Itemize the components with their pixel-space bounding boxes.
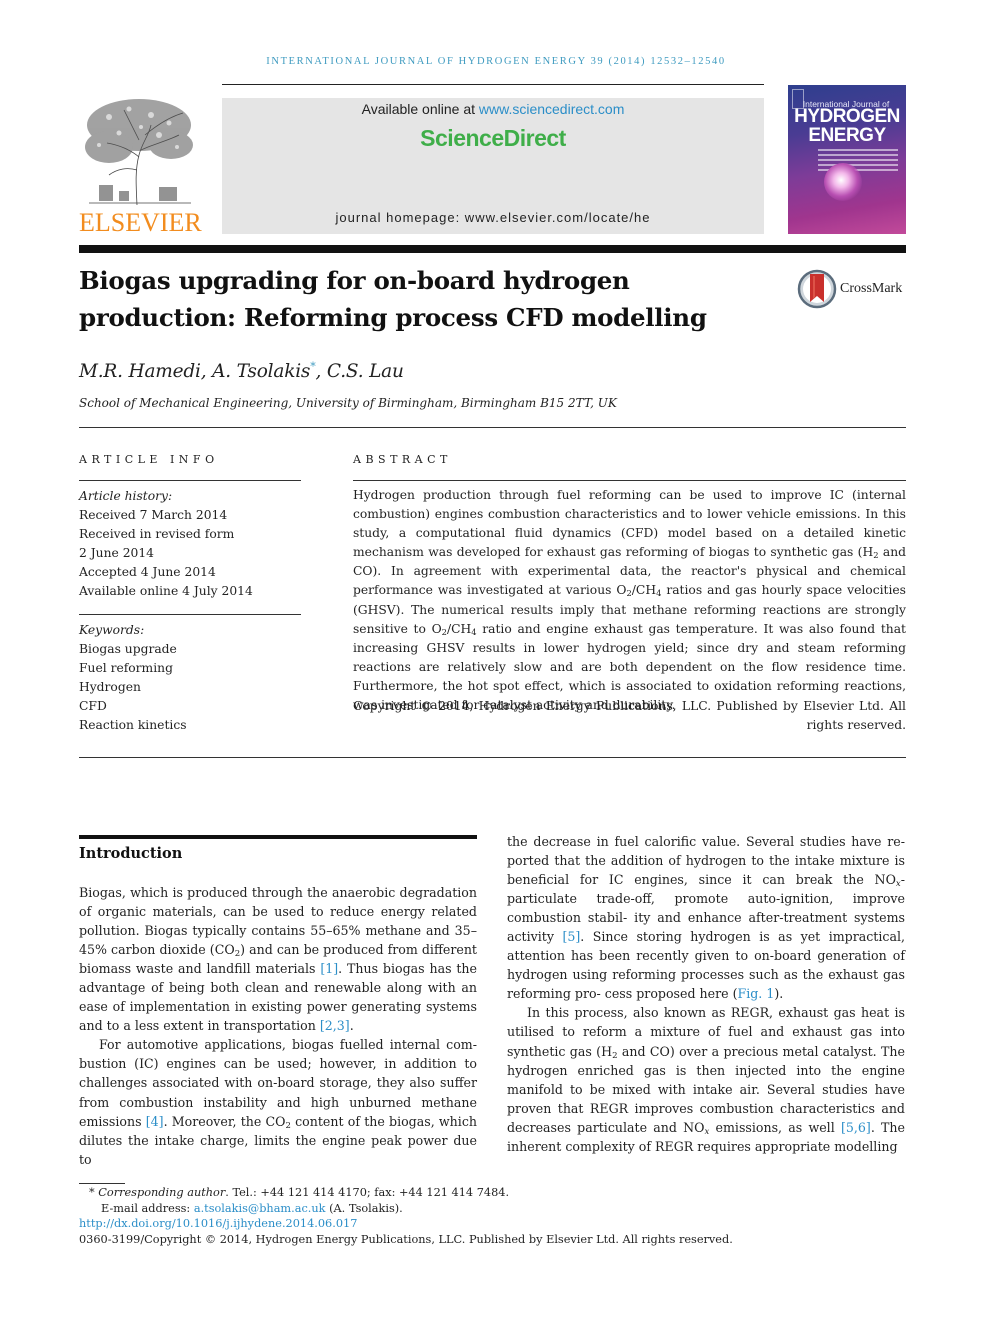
introduction-heading: Introduction (79, 845, 183, 862)
history-entry: Received in revised form (79, 527, 235, 541)
footnotes: * Corresponding author. Tel.: +44 121 41… (79, 1185, 799, 1247)
author-list: M.R. Hamedi, A. Tsolakis*, C.S. Lau (79, 360, 404, 382)
cover-title-energy: ENERGY (808, 125, 886, 146)
footnote-marker: * (89, 1186, 99, 1199)
email-link[interactable]: a.tsolakis@bham.ac.uk (194, 1202, 326, 1215)
body-paragraph: For automotive applications, biogas fuel… (79, 1035, 477, 1168)
introduction-heading-bar (79, 835, 477, 839)
body-text: the decrease in fuel calorific value. Se… (507, 834, 905, 888)
abstract-text: /CH (446, 621, 472, 636)
keywords-rule (79, 614, 301, 615)
citation-link[interactable]: [2,3] (320, 1018, 350, 1033)
doi-link[interactable]: http://dx.doi.org/10.1016/j.ijhydene.201… (79, 1216, 799, 1232)
cover-title-hydrogen: HYDROGEN (794, 106, 900, 127)
author-name[interactable]: C.S. Lau (327, 361, 404, 382)
abstract-body: Hydrogen production through fuel reformi… (353, 486, 906, 715)
author-name[interactable]: A. Tsolakis (212, 361, 310, 382)
masthead-bottom-rule (79, 245, 906, 253)
elsevier-tree-icon (85, 99, 193, 206)
corresponding-author-footnote: * Corresponding author. Tel.: +44 121 41… (79, 1185, 799, 1201)
abstract-rule (353, 480, 906, 481)
sciencedirect-banner: Available online at www.sciencedirect.co… (222, 98, 764, 234)
sciencedirect-logo[interactable]: ScienceDirect (222, 125, 764, 152)
body-column-right: the decrease in fuel calorific value. Se… (507, 832, 905, 1156)
header-divider (79, 427, 906, 428)
journal-cover-image[interactable]: International Journal of HYDROGEN ENERGY (788, 85, 906, 234)
body-text: . Moreover, the CO (163, 1113, 286, 1129)
contact-details: . Tel.: +44 121 414 4170; fax: +44 121 4… (225, 1186, 510, 1199)
author-affiliation: School of Mechanical Engineering, Univer… (79, 396, 617, 410)
article-title-line1: Biogas upgrading for on-board hydrogen (79, 266, 630, 295)
masthead-top-rule (222, 84, 764, 85)
sciencedirect-link[interactable]: www.sciencedirect.com (479, 101, 625, 117)
keyword[interactable]: Hydrogen (79, 678, 301, 697)
body-text: ). (774, 986, 784, 1002)
author-name[interactable]: M.R. Hamedi (79, 361, 201, 382)
keyword[interactable]: Biogas upgrade (79, 640, 301, 659)
abstract-bottom-divider (79, 757, 906, 758)
citation-link[interactable]: [5,6] (841, 1120, 871, 1135)
elsevier-wordmark: ELSEVIER (79, 208, 202, 237)
abstract-text: /CH (631, 583, 657, 598)
citation-link[interactable]: [5] (562, 929, 580, 944)
author-separator: , (315, 361, 327, 383)
history-entry: Received 7 March 2014 (79, 508, 228, 522)
article-title-line2: production: Reforming process CFD modell… (79, 303, 707, 332)
abstract-label: ABSTRACT (353, 453, 452, 466)
email-owner: (A. Tsolakis). (325, 1201, 403, 1215)
history-entry: Available online 4 July 2014 (79, 584, 253, 598)
crossmark-icon (797, 269, 837, 309)
keyword[interactable]: CFD (79, 697, 301, 716)
available-online-text: Available online at (361, 101, 479, 117)
email-label: E-mail address: (101, 1201, 194, 1215)
elsevier-logo[interactable]: ELSEVIER (79, 95, 202, 237)
footnote-rule (79, 1183, 125, 1184)
figure-link[interactable]: Fig. 1 (737, 986, 774, 1001)
article-info-rule (79, 480, 301, 481)
crossmark-button[interactable]: CrossMark (797, 267, 912, 311)
citation-link[interactable]: [1] (320, 961, 338, 976)
footnote-label: Corresponding author (98, 1186, 226, 1199)
body-text: emissions, as well (709, 1119, 841, 1135)
issn-copyright: 0360-3199/Copyright © 2014, Hydrogen Ene… (79, 1232, 733, 1246)
article-history-heading: Article history: (79, 489, 173, 503)
abstract-text: Hydrogen production through fuel reformi… (353, 488, 906, 560)
keywords-heading: Keywords: (79, 623, 145, 637)
journal-homepage[interactable]: journal homepage: www.elsevier.com/locat… (222, 210, 764, 225)
abstract-copyright: Copyright © 2014, Hydrogen Energy Public… (353, 699, 906, 733)
article-history: Article history: Received 7 March 2014 R… (79, 487, 301, 601)
body-column-left: Biogas, which is produced through the an… (79, 883, 477, 1169)
crossmark-label: CrossMark (840, 281, 903, 296)
keywords: Keywords: Biogas upgrade Fuel reforming … (79, 621, 301, 735)
history-entry: Accepted 4 June 2014 (79, 565, 216, 579)
author-separator: , (200, 361, 213, 383)
citation-link[interactable]: [4] (146, 1114, 164, 1129)
email-footnote: E-mail address: a.tsolakis@bham.ac.uk (A… (79, 1201, 799, 1217)
body-text: . (349, 1018, 354, 1034)
journal-running-head: International Journal of Hydrogen Energy… (266, 56, 726, 67)
article-info-label: ARTICLE INFO (79, 453, 219, 466)
keyword[interactable]: Reaction kinetics (79, 716, 301, 735)
keyword[interactable]: Fuel reforming (79, 659, 301, 678)
body-paragraph: the decrease in fuel calorific value. Se… (507, 832, 905, 1003)
body-paragraph: In this process, also known as REGR, exh… (507, 1003, 905, 1155)
body-paragraph: Biogas, which is produced through the an… (79, 883, 477, 1035)
article-title: Biogas upgrading for on-board hydrogen p… (79, 262, 739, 336)
history-entry: 2 June 2014 (79, 546, 154, 560)
available-online-line: Available online at www.sciencedirect.co… (222, 101, 764, 117)
cover-orb-graphic (824, 163, 862, 201)
